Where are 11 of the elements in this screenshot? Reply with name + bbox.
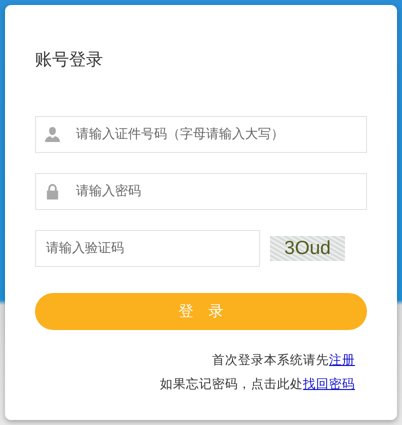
input-field[interactable]: 请输入密码 (35, 173, 367, 210)
input-field[interactable]: 请输入证件号码（字母请输入大写） (35, 116, 367, 153)
recover-password-link[interactable]: 找回密码 (303, 376, 355, 391)
register-link[interactable]: 注册 (329, 352, 355, 367)
captcha-image[interactable]: 3Oud (270, 236, 345, 261)
login-title: 账号登录 (35, 50, 104, 70)
register-prompt: 首次登录本系统请先 (212, 352, 329, 367)
lock-icon (45, 183, 60, 200)
user-icon (45, 126, 60, 143)
recover-prompt: 如果忘记密码，点击此处 (160, 376, 303, 391)
captcha-field[interactable]: 请输入验证码 (35, 230, 260, 267)
